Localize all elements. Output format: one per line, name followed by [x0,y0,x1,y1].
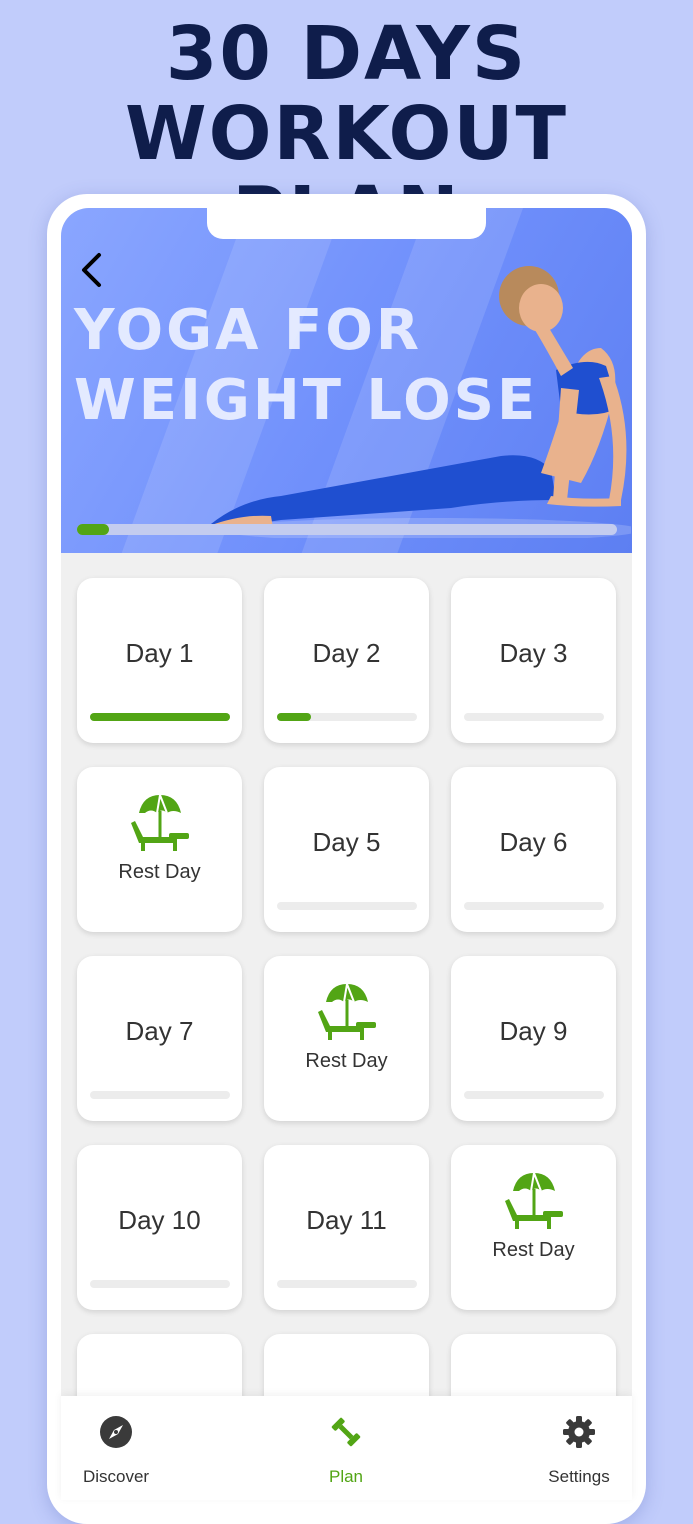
day-card[interactable] [451,1334,616,1404]
day-card[interactable]: Day 11 [264,1145,429,1310]
day-progress-bar [277,1280,417,1288]
day-label: Day 3 [499,638,568,668]
beach-umbrella-icon [503,1169,565,1231]
day-progress-fill [277,713,311,721]
day-progress-bar [464,1091,604,1099]
day-label: Day 2 [312,638,381,668]
dumbbell-icon [331,1417,361,1447]
day-card[interactable]: Day 9 [451,956,616,1121]
day-card[interactable]: Day 5 [264,767,429,932]
workout-title-line1: YOGA FOR [74,298,422,363]
nav-settings[interactable]: Settings [524,1414,634,1487]
day-progress-bar [464,902,604,910]
day-progress-fill [90,713,230,721]
day-grid-area: Day 1 Day 2 Day 3 Rest Day Day 5 Day 6 Day 7 Re… [61,553,632,1500]
overall-progress-bar [77,524,617,535]
rest-day-label: Rest Day [305,1050,388,1072]
day-label: Day 7 [125,1016,194,1046]
phone-notch [207,208,486,239]
day-label: Day 6 [499,827,568,857]
nav-plan-label: Plan [328,1467,364,1486]
day-label: Day 10 [118,1205,201,1235]
beach-umbrella-icon [316,980,378,1042]
promo-title-line1: 30 DAYS [165,11,528,97]
day-card[interactable] [77,1334,242,1404]
day-card[interactable]: Day 6 [451,767,616,932]
nav-settings-label: Settings [548,1467,610,1486]
day-label: Day 11 [306,1205,387,1235]
rest-day-card[interactable]: Rest Day [77,767,242,932]
gear-icon [563,1416,595,1448]
app-screen: YOGA FOR WEIGHT LOSE Day 1 Day 2 Day 3 Rest… [61,208,632,1500]
day-progress-bar [90,1091,230,1099]
day-progress-bar [90,1280,230,1288]
day-label: Day 9 [499,1016,568,1046]
nav-discover-label: Discover [82,1467,150,1486]
day-grid: Day 1 Day 2 Day 3 Rest Day Day 5 Day 6 Day 7 Re… [77,578,617,1404]
workout-title-line2: WEIGHT LOSE [74,368,539,433]
rest-day-card[interactable]: Rest Day [264,956,429,1121]
day-card[interactable]: Day 7 [77,956,242,1121]
workout-title: YOGA FOR WEIGHT LOSE [74,296,538,436]
beach-umbrella-icon [129,791,191,853]
rest-day-card[interactable]: Rest Day [451,1145,616,1310]
day-card[interactable]: Day 3 [451,578,616,743]
day-progress-bar [90,713,230,721]
nav-discover[interactable]: Discover [61,1414,171,1487]
day-card[interactable]: Day 2 [264,578,429,743]
compass-icon [100,1416,132,1448]
day-label: Day 1 [125,638,194,668]
day-card[interactable] [264,1334,429,1404]
day-card[interactable]: Day 10 [77,1145,242,1310]
day-label: Day 5 [312,827,381,857]
back-button[interactable] [71,250,111,290]
bottom-navigation: Discover Plan Settings [61,1396,632,1500]
nav-plan[interactable]: Plan [291,1414,401,1487]
chevron-left-icon [82,253,101,287]
day-progress-bar [464,713,604,721]
hero-banner: YOGA FOR WEIGHT LOSE [61,208,632,553]
day-progress-bar [277,902,417,910]
overall-progress-fill [77,524,110,535]
rest-day-label: Rest Day [118,861,201,883]
rest-day-label: Rest Day [492,1239,575,1261]
day-card[interactable]: Day 1 [77,578,242,743]
day-progress-bar [277,713,417,721]
